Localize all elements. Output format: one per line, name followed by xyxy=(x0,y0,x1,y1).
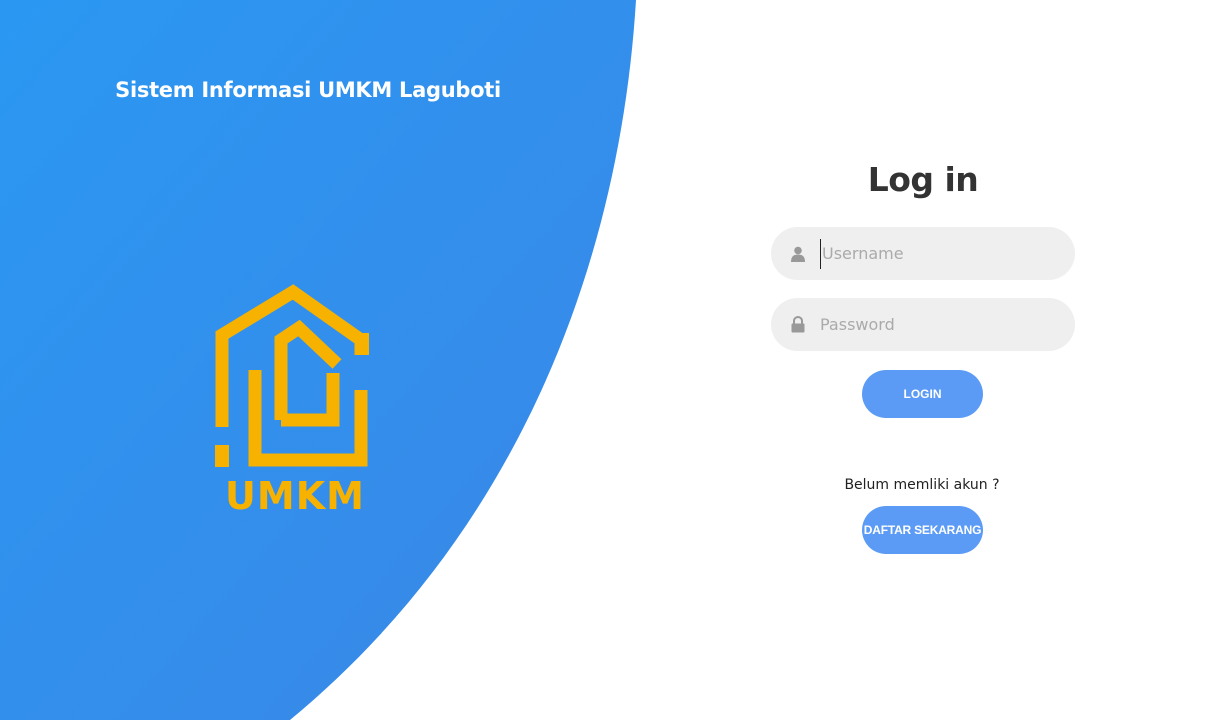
username-input[interactable] xyxy=(820,238,1040,269)
username-field[interactable] xyxy=(771,227,1075,280)
password-field[interactable] xyxy=(771,298,1075,351)
login-page: Sistem Informasi UMKM Laguboti UMKM Log … xyxy=(0,0,1230,720)
register-prompt: Belum memliki akun ? xyxy=(844,477,1000,493)
logo-text: UMKM xyxy=(225,474,365,518)
site-title: Sistem Informasi UMKM Laguboti xyxy=(115,78,501,102)
password-input[interactable] xyxy=(820,309,1040,340)
login-heading: Log in xyxy=(867,160,979,199)
login-button[interactable]: LOGIN xyxy=(862,370,983,418)
hero-background xyxy=(0,0,636,720)
user-icon xyxy=(790,245,806,263)
lock-icon xyxy=(790,316,806,334)
register-button[interactable]: DAFTAR SEKARANG xyxy=(862,506,983,554)
